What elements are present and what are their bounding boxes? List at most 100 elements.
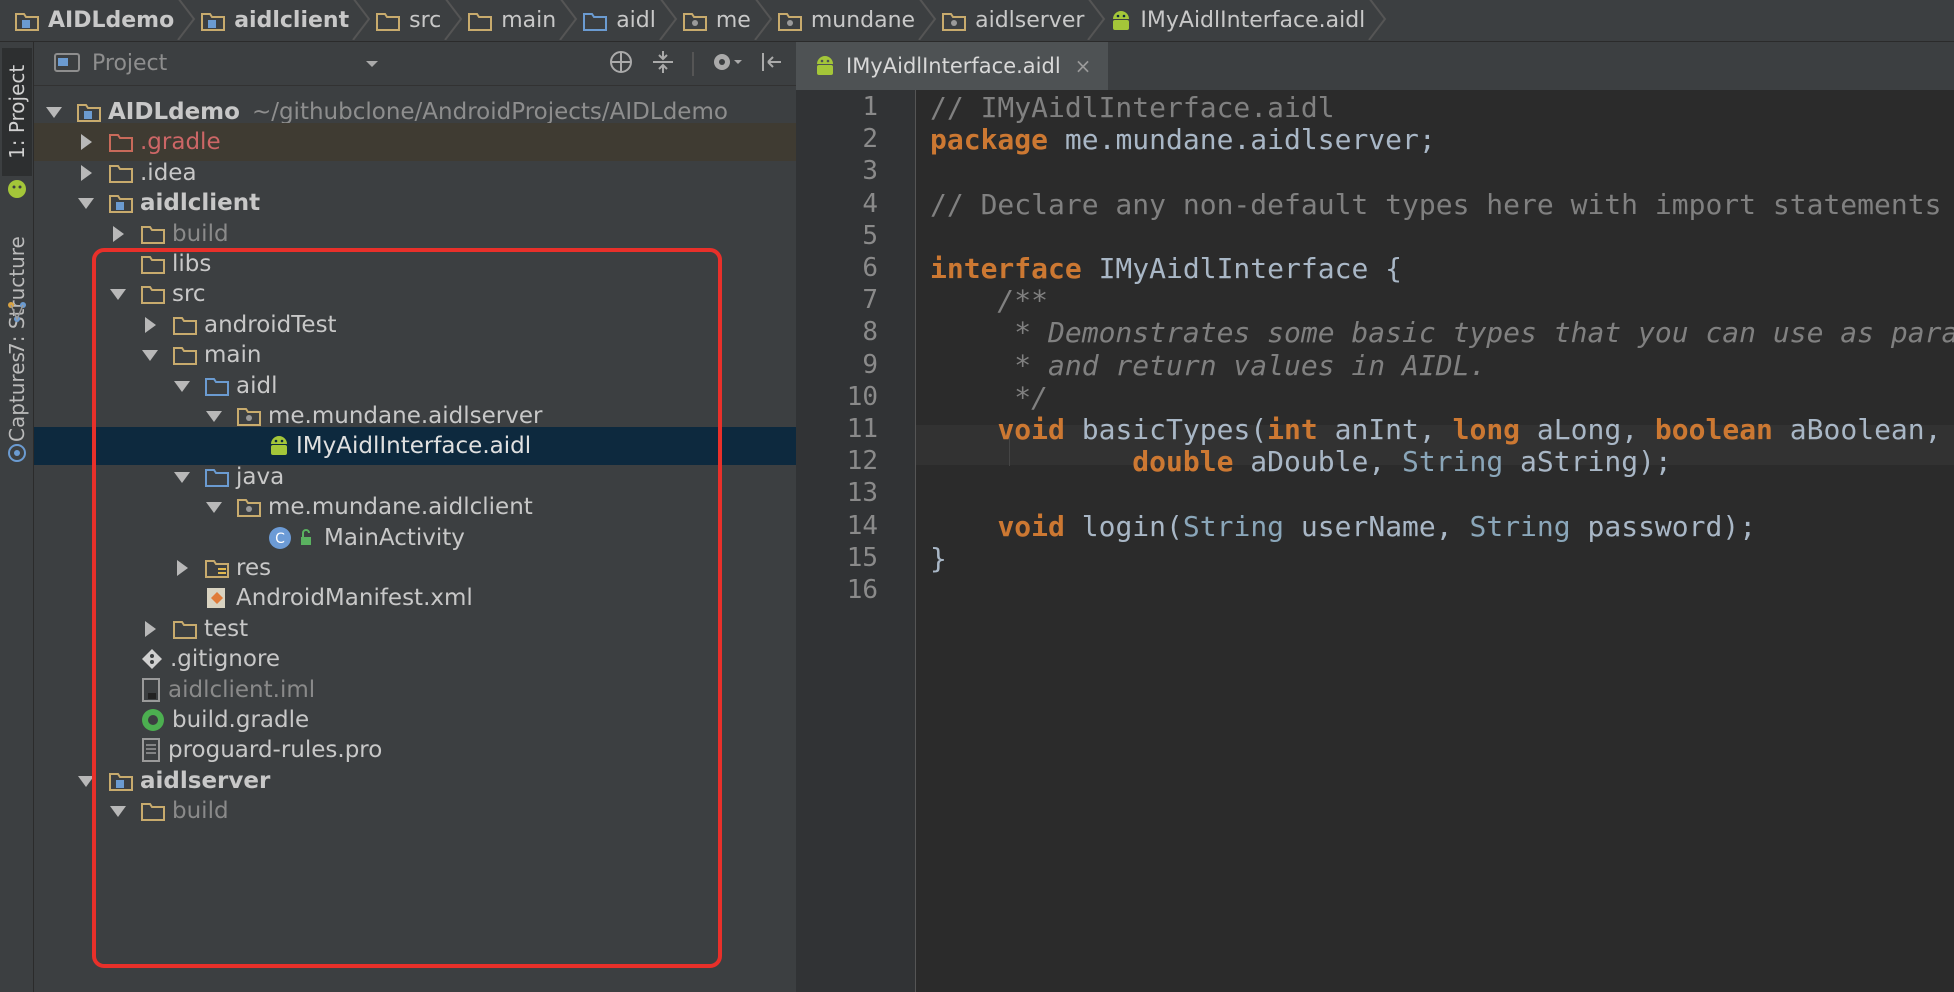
line-number: 1 bbox=[862, 92, 878, 122]
tree-node-label: AndroidManifest.xml bbox=[236, 585, 473, 612]
project-panel-header: Project bbox=[34, 42, 796, 86]
code-line[interactable]: } bbox=[930, 539, 947, 579]
git-icon bbox=[140, 647, 164, 671]
gradle-icon bbox=[140, 707, 166, 733]
project-tool-window: Project AIDLdemo ~/githubclone/AndroidPro… bbox=[34, 42, 796, 992]
collapsed-arrow-icon[interactable] bbox=[138, 313, 162, 337]
breadcrumb-label: aidl bbox=[616, 8, 656, 33]
expanded-arrow-icon[interactable] bbox=[74, 769, 98, 793]
folder-blue-icon bbox=[204, 375, 230, 397]
chevron-down-icon[interactable] bbox=[365, 54, 379, 73]
breadcrumb-item[interactable]: AIDLdemo bbox=[14, 0, 175, 41]
folder-icon bbox=[140, 223, 166, 245]
breadcrumb-item[interactable]: aidl bbox=[582, 0, 656, 41]
no-arrow bbox=[170, 586, 194, 610]
expanded-arrow-icon[interactable] bbox=[42, 100, 66, 124]
breadcrumb-item[interactable]: main bbox=[467, 0, 556, 41]
breadcrumb-item[interactable]: src bbox=[375, 0, 442, 41]
tree-node[interactable]: build bbox=[34, 792, 796, 830]
no-arrow bbox=[106, 708, 130, 732]
line-number: 8 bbox=[862, 317, 878, 348]
breadcrumb-item[interactable]: mundane bbox=[777, 0, 915, 41]
no-arrow bbox=[234, 526, 258, 550]
line-number: 2 bbox=[862, 124, 878, 155]
editor-tab-imyaidlinterface[interactable]: IMyAidlInterface.aidl × bbox=[796, 42, 1108, 90]
no-arrow bbox=[106, 252, 130, 276]
breadcrumb-item[interactable]: IMyAidlInterface.aidl bbox=[1110, 0, 1365, 41]
tab-captures-label: Captures bbox=[5, 352, 29, 442]
folder-red-icon bbox=[108, 131, 134, 153]
keyword-token: int bbox=[1267, 413, 1318, 446]
code-line[interactable]: // Declare any non-default types here wi… bbox=[930, 185, 1941, 225]
tab-structure[interactable]: 7: Structure bbox=[2, 232, 32, 360]
android-icon bbox=[814, 54, 836, 78]
manifest-icon bbox=[204, 586, 230, 610]
expanded-arrow-icon[interactable] bbox=[170, 374, 194, 398]
breadcrumb-separator bbox=[1365, 0, 1391, 41]
line-number: 13 bbox=[846, 478, 878, 509]
source-folder-icon bbox=[582, 10, 608, 32]
type-token: String bbox=[1182, 509, 1285, 543]
breadcrumb-item[interactable]: aidlclient bbox=[200, 0, 349, 41]
class-icon: C bbox=[268, 526, 318, 550]
folder-icon bbox=[140, 800, 166, 822]
expanded-arrow-icon[interactable] bbox=[138, 343, 162, 367]
breadcrumb-label: src bbox=[409, 8, 442, 33]
code-line[interactable]: double aDouble, String aString); bbox=[930, 442, 1671, 482]
keyword-token: boolean bbox=[1654, 413, 1773, 446]
code-line[interactable]: package me.mundane.aidlserver; bbox=[930, 120, 1436, 160]
close-icon[interactable]: × bbox=[1075, 54, 1092, 78]
collapsed-arrow-icon[interactable] bbox=[74, 161, 98, 185]
expanded-arrow-icon[interactable] bbox=[74, 191, 98, 215]
scroll-from-source-icon[interactable] bbox=[608, 49, 634, 79]
tree-node-label: aidlclient.iml bbox=[168, 676, 316, 703]
tab-project[interactable]: 1: Project bbox=[2, 48, 32, 176]
folder-icon bbox=[140, 253, 166, 275]
code-line[interactable]: void login(String userName, String passw… bbox=[930, 507, 1756, 547]
expanded-arrow-icon[interactable] bbox=[106, 799, 130, 823]
project-view-selector[interactable]: Project bbox=[92, 51, 167, 76]
no-arrow bbox=[234, 434, 258, 458]
collapsed-arrow-icon[interactable] bbox=[138, 617, 162, 641]
gear-icon[interactable] bbox=[710, 49, 744, 79]
comment-token: // Declare any non-default types here wi… bbox=[930, 187, 1942, 221]
breadcrumb-separator bbox=[656, 0, 682, 41]
code-token: IMyAidlInterface { bbox=[1081, 252, 1403, 285]
expanded-arrow-icon[interactable] bbox=[170, 465, 194, 489]
tree-node-label: aidl bbox=[236, 372, 278, 399]
tree-node-label: .idea bbox=[140, 159, 197, 186]
expanded-arrow-icon[interactable] bbox=[106, 282, 130, 306]
hide-panel-icon[interactable] bbox=[760, 50, 784, 78]
expanded-arrow-icon[interactable] bbox=[202, 404, 226, 428]
breadcrumb-separator bbox=[556, 0, 582, 41]
tree-node-label: aidlclient bbox=[140, 190, 261, 217]
android-icon bbox=[1110, 9, 1132, 33]
breadcrumb-item[interactable]: me bbox=[682, 0, 751, 41]
tree-node-label: libs bbox=[172, 251, 212, 277]
tree-node-label: build.gradle bbox=[172, 707, 310, 733]
collapsed-arrow-icon[interactable] bbox=[74, 130, 98, 154]
keyword-token: package bbox=[930, 123, 1049, 157]
tree-node-label: IMyAidlInterface.aidl bbox=[296, 433, 532, 460]
line-number: 3 bbox=[862, 156, 878, 187]
tab-captures[interactable]: Captures bbox=[2, 352, 32, 442]
collapsed-arrow-icon[interactable] bbox=[170, 556, 194, 580]
collapse-all-icon[interactable] bbox=[650, 49, 676, 79]
code-token: } bbox=[930, 541, 947, 575]
comment-token: */ bbox=[930, 380, 1049, 414]
code-editor[interactable]: 1 2 3 4 5 6 7 8 9 10 11 12 13 14 15 16 // IMyAidlInterf… bbox=[796, 90, 1954, 992]
folder-icon bbox=[172, 344, 198, 366]
breadcrumb-label: AIDLdemo bbox=[48, 8, 175, 33]
no-arrow bbox=[106, 647, 130, 671]
collapsed-arrow-icon[interactable] bbox=[106, 222, 130, 246]
breadcrumb-item[interactable]: aidlserver bbox=[941, 0, 1084, 41]
comment-token: // IMyAidlInterface.aidl bbox=[930, 91, 1335, 124]
breadcrumb-separator bbox=[349, 0, 375, 41]
editor-tab-label: IMyAidlInterface.aidl bbox=[846, 54, 1061, 78]
tree-node-label: test bbox=[204, 615, 249, 642]
no-arrow bbox=[106, 678, 130, 702]
keyword-token: long bbox=[1452, 413, 1521, 446]
expanded-arrow-icon[interactable] bbox=[202, 495, 226, 519]
type-token: String bbox=[1469, 509, 1571, 543]
